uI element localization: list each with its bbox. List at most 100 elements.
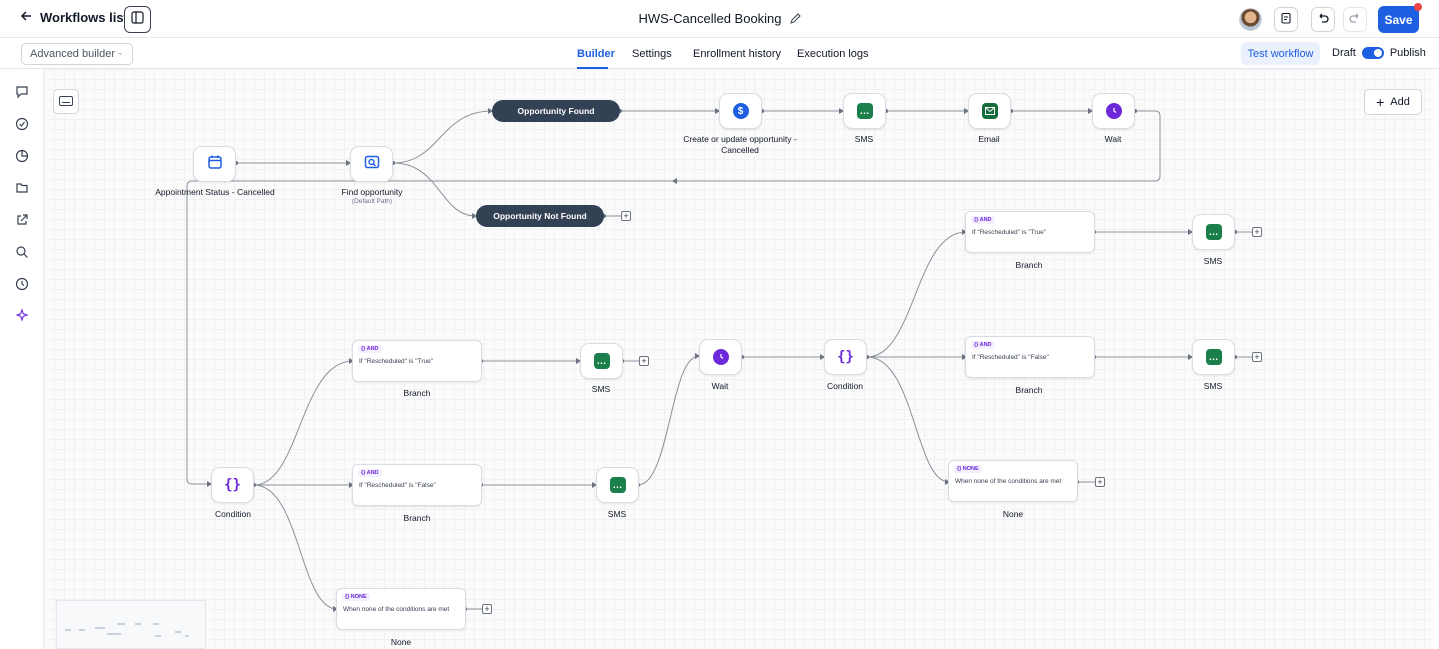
sparkles-icon[interactable] xyxy=(15,309,29,323)
branch-condition: If "Rescheduled" is "False" xyxy=(359,482,436,489)
publish-toggle[interactable] xyxy=(1361,47,1384,59)
branch-false-node[interactable]: {} AND If "Rescheduled" is "False" xyxy=(965,336,1095,378)
none-tag: {} NONE xyxy=(342,593,370,601)
sms-node[interactable]: … xyxy=(843,93,886,129)
find-opportunity-label: Find opportunity xyxy=(341,187,403,197)
condition-node[interactable]: {} xyxy=(211,467,254,503)
keyboard-icon xyxy=(59,93,73,111)
branch-label: Branch xyxy=(1015,260,1043,270)
sms-icon: … xyxy=(1205,224,1222,240)
email-node[interactable] xyxy=(968,93,1011,129)
none-label: None xyxy=(390,637,412,647)
dollar-icon: $ xyxy=(732,103,749,119)
sms-node[interactable]: … xyxy=(580,343,623,379)
find-opportunity-node[interactable] xyxy=(350,146,393,182)
plus-icon: + xyxy=(1376,94,1385,110)
condition-label: Condition xyxy=(827,381,863,391)
folder-icon[interactable] xyxy=(15,181,29,195)
opportunity-found-path[interactable]: Opportunity Found xyxy=(492,100,620,122)
chevron-down-icon: ⌄ xyxy=(116,47,124,57)
opportunity-not-found-path[interactable]: Opportunity Not Found xyxy=(476,205,604,227)
minimap-node xyxy=(107,633,121,635)
save-button[interactable]: Save xyxy=(1378,3,1422,33)
minimap-node xyxy=(155,635,161,637)
add-node-button[interactable]: + Add xyxy=(1364,89,1422,115)
sms-node[interactable]: … xyxy=(1192,339,1235,375)
add-step-button[interactable]: + xyxy=(639,356,649,366)
redo-button[interactable] xyxy=(1343,7,1367,32)
calendar-icon xyxy=(207,154,223,175)
minimap-node xyxy=(185,635,189,637)
minimap-node xyxy=(175,631,181,633)
tab-builder[interactable]: Builder xyxy=(577,48,615,60)
search-box-icon xyxy=(364,154,380,175)
braces-icon: {} xyxy=(837,349,854,365)
branch-label: Branch xyxy=(1015,385,1043,395)
sms-label: SMS xyxy=(591,384,611,394)
add-step-button[interactable]: + xyxy=(1095,477,1105,487)
chat-icon[interactable] xyxy=(15,85,29,99)
branch-condition: When none of the conditions are met xyxy=(955,478,1062,485)
branch-none-node[interactable]: {} NONE When none of the conditions are … xyxy=(336,588,466,630)
branch-condition: If "Rescheduled" is "True" xyxy=(972,229,1047,236)
and-tag: {} AND xyxy=(971,341,995,349)
branch-none-node[interactable]: {} NONE When none of the conditions are … xyxy=(948,460,1078,502)
redo-icon xyxy=(1349,11,1361,29)
email-label: Email xyxy=(978,134,1000,144)
clipboard-icon xyxy=(1280,11,1292,29)
clock-icon xyxy=(712,349,729,365)
sms-node[interactable]: … xyxy=(1192,214,1235,250)
wait-node[interactable] xyxy=(1092,93,1135,129)
create-opportunity-node[interactable]: $ xyxy=(719,93,762,129)
branch-condition: If "Rescheduled" is "True" xyxy=(359,358,434,365)
undo-icon xyxy=(1317,11,1329,29)
tab-execution-logs[interactable]: Execution logs xyxy=(797,48,869,60)
condition-node[interactable]: {} xyxy=(824,339,867,375)
create-opportunity-label: Create or update opportunity - Cancelled xyxy=(683,134,797,156)
external-link-icon[interactable] xyxy=(15,213,29,227)
canvas-minimap[interactable] xyxy=(56,600,206,649)
minimap-node xyxy=(153,623,159,625)
test-workflow-button[interactable]: Test workflow xyxy=(1241,42,1320,65)
sms-node[interactable]: … xyxy=(596,467,639,503)
wait-label: Wait xyxy=(1104,134,1122,144)
branch-condition: When none of the conditions are met xyxy=(343,606,450,613)
sms-label: SMS xyxy=(854,134,874,144)
trigger-node[interactable] xyxy=(193,146,236,182)
branch-true-node[interactable]: {} AND If "Rescheduled" is "True" xyxy=(352,340,482,382)
undo-button[interactable] xyxy=(1311,7,1335,32)
add-step-button[interactable]: + xyxy=(482,604,492,614)
user-avatar[interactable] xyxy=(1239,8,1262,31)
branch-label: Branch xyxy=(403,513,431,523)
search-icon[interactable] xyxy=(15,245,29,259)
builder-mode-select[interactable]: Advanced builder ⌄ xyxy=(21,43,133,65)
top-bar: Workflows list HWS-Cancelled Booking Sav… xyxy=(0,0,1439,38)
add-step-button[interactable]: + xyxy=(1252,227,1262,237)
branch-condition: If "Rescheduled" is "False" xyxy=(972,354,1049,361)
clock-icon xyxy=(1105,103,1122,119)
tab-enrollment-history[interactable]: Enrollment history xyxy=(693,48,781,60)
add-step-button[interactable]: + xyxy=(621,211,631,221)
find-opportunity-sublabel: (Default Path) xyxy=(351,198,393,205)
save-label: Save xyxy=(1384,12,1413,27)
history-icon[interactable] xyxy=(15,277,29,291)
sms-icon: … xyxy=(856,103,873,119)
branch-false-node[interactable]: {} AND If "Rescheduled" is "False" xyxy=(352,464,482,506)
sms-label: SMS xyxy=(1203,256,1223,266)
unsaved-indicator xyxy=(1414,3,1422,11)
wait-node[interactable] xyxy=(699,339,742,375)
branch-true-node[interactable]: {} AND If "Rescheduled" is "True" xyxy=(965,211,1095,253)
branch-label: Branch xyxy=(403,388,431,398)
minimap-node xyxy=(65,629,71,631)
pencil-icon[interactable] xyxy=(789,13,801,24)
add-step-button[interactable]: + xyxy=(1252,352,1262,362)
pie-chart-icon[interactable] xyxy=(15,149,29,163)
keyboard-shortcuts-button[interactable] xyxy=(53,89,79,114)
sms-icon: … xyxy=(593,353,610,369)
check-circle-icon[interactable] xyxy=(15,117,29,131)
trigger-label: Appointment Status - Cancelled xyxy=(155,187,275,197)
none-tag: {} NONE xyxy=(954,465,982,473)
tab-settings[interactable]: Settings xyxy=(632,48,672,60)
notes-button[interactable] xyxy=(1274,7,1298,32)
builder-mode-value: Advanced builder xyxy=(30,48,116,60)
